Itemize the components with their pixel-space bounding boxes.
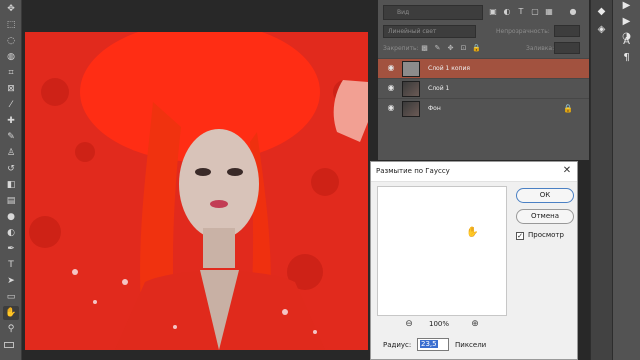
filter-type-icon[interactable]: T <box>516 6 526 17</box>
document-image[interactable] <box>25 32 368 350</box>
gaussian-blur-dialog: Размытие по Гауссу ✕ ✋ ОК Отмена ✓ Просм… <box>370 161 578 360</box>
dodge-tool-icon[interactable]: ◐ <box>3 226 19 240</box>
radius-value: 23,5 <box>420 340 438 348</box>
close-icon[interactable]: ✕ <box>561 165 573 177</box>
layers-panel: Вид ▣ ◐ T ▢ ▦ ● Линейный свет Непрозрачн… <box>378 0 589 160</box>
visibility-eye-icon[interactable]: ◉ <box>386 84 396 92</box>
tools-panel: ✥ ⬚ ◌ ◍ ⌗ ⊠ ⁄ ✚ ✎ ♙ ↺ ◧ ▤ ● ◐ ✒ T ➤ ▭ ✋ … <box>0 0 22 360</box>
zoom-level: 100% <box>429 320 450 328</box>
panel-dock: ▶ ▶ ◑ A ¶ <box>612 0 640 360</box>
photoshop-window: ✥ ⬚ ◌ ◍ ⌗ ⊠ ⁄ ✚ ✎ ♙ ↺ ◧ ▤ ● ◐ ✒ T ➤ ▭ ✋ … <box>0 0 640 360</box>
dialog-title-bar[interactable]: Размытие по Гауссу ✕ <box>371 162 577 182</box>
layer-row[interactable]: ◉ Слой 1 <box>378 78 589 98</box>
radius-unit: Пиксели <box>455 341 487 349</box>
gradient-tool-icon[interactable]: ▤ <box>3 194 19 208</box>
eraser-tool-icon[interactable]: ◧ <box>3 178 19 192</box>
filter-smart-object-icon[interactable]: ▦ <box>544 6 554 17</box>
fill-label: Заливка: <box>526 45 555 52</box>
stamp-tool-icon[interactable]: ♙ <box>3 146 19 160</box>
crop-tool-icon[interactable]: ⌗ <box>3 66 19 80</box>
type-tool-icon[interactable]: T <box>3 258 19 272</box>
layer-thumbnail <box>402 81 420 97</box>
blend-mode-select[interactable]: Линейный свет <box>383 25 476 38</box>
history-brush-tool-icon[interactable]: ↺ <box>3 162 19 176</box>
lasso-tool-icon[interactable]: ◌ <box>3 34 19 48</box>
blur-tool-icon[interactable]: ● <box>3 210 19 224</box>
move-tool-icon[interactable]: ✥ <box>3 2 19 16</box>
layer-name: Фон <box>428 105 441 112</box>
quick-select-tool-icon[interactable]: ◍ <box>3 50 19 64</box>
frame-tool-icon[interactable]: ⊠ <box>3 82 19 96</box>
filter-image-icon[interactable]: ▣ <box>488 6 498 17</box>
layer-row[interactable]: ◉ Слой 1 копия <box>378 58 589 78</box>
preview-checkbox-label: Просмотр <box>528 231 564 239</box>
rectangle-tool-icon[interactable]: ▭ <box>3 290 19 304</box>
preview-checkbox[interactable]: ✓ <box>516 232 524 240</box>
character-icon[interactable]: A <box>613 36 640 47</box>
brush-settings-icon[interactable]: ▶ <box>613 0 640 11</box>
paragraph-icon[interactable]: ¶ <box>613 52 640 63</box>
hand-tool-icon[interactable]: ✋ <box>3 306 19 320</box>
dialog-title: Размытие по Гауссу <box>376 167 450 175</box>
layer-row[interactable]: ◉ Фон 🔒 <box>378 98 589 118</box>
opacity-field[interactable] <box>554 25 580 37</box>
pen-tool-icon[interactable]: ✒ <box>3 242 19 256</box>
visibility-eye-icon[interactable]: ◉ <box>386 64 396 72</box>
zoom-in-icon[interactable]: ⊕ <box>470 319 480 329</box>
layer-name: Слой 1 <box>428 85 450 92</box>
lock-icon: 🔒 <box>563 104 573 113</box>
opacity-label: Непрозрачность: <box>496 28 550 35</box>
layer-name: Слой 1 копия <box>428 65 470 72</box>
filter-adjustment-icon[interactable]: ◐ <box>502 6 512 17</box>
radius-input[interactable]: 23,5 <box>417 338 449 351</box>
hand-cursor-icon: ✋ <box>466 227 479 238</box>
filter-shape-icon[interactable]: ▢ <box>530 6 540 17</box>
radius-label: Радиус: <box>383 341 412 349</box>
panel-2-icon[interactable]: ◈ <box>591 24 612 35</box>
layer-thumbnail <box>402 61 420 77</box>
fill-field[interactable] <box>554 42 580 54</box>
lock-pixels-icon[interactable]: ✎ <box>433 43 442 53</box>
lock-label: Закрепить: <box>383 45 419 52</box>
collapsed-panels-strip: ◆ ◈ <box>590 0 612 360</box>
lock-position-icon[interactable]: ✥ <box>446 43 455 53</box>
visibility-eye-icon[interactable]: ◉ <box>386 104 396 112</box>
lock-all-icon[interactable]: 🔒 <box>472 43 481 53</box>
lock-artboard-icon[interactable]: ⊡ <box>459 43 468 53</box>
blur-preview-area[interactable]: ✋ <box>377 186 507 316</box>
layer-filter-input[interactable]: Вид <box>383 5 483 20</box>
document-canvas-area[interactable] <box>22 0 370 360</box>
marquee-tool-icon[interactable]: ⬚ <box>3 18 19 32</box>
eyedropper-tool-icon[interactable]: ⁄ <box>3 98 19 112</box>
path-select-tool-icon[interactable]: ➤ <box>3 274 19 288</box>
cancel-button[interactable]: Отмена <box>516 209 574 224</box>
panel-1-icon[interactable]: ◆ <box>591 6 612 17</box>
layer-thumbnail <box>402 101 420 117</box>
play-actions-icon[interactable]: ▶ <box>613 16 640 27</box>
healing-tool-icon[interactable]: ✚ <box>3 114 19 128</box>
filter-toggle-icon[interactable]: ● <box>568 6 578 17</box>
zoom-tool-icon[interactable]: ⚲ <box>3 322 19 336</box>
brush-tool-icon[interactable]: ✎ <box>3 130 19 144</box>
ok-button[interactable]: ОК <box>516 188 574 203</box>
zoom-out-icon[interactable]: ⊖ <box>404 319 414 329</box>
color-swatches-icon[interactable] <box>4 342 14 348</box>
lock-transparency-icon[interactable]: ▩ <box>420 43 429 53</box>
